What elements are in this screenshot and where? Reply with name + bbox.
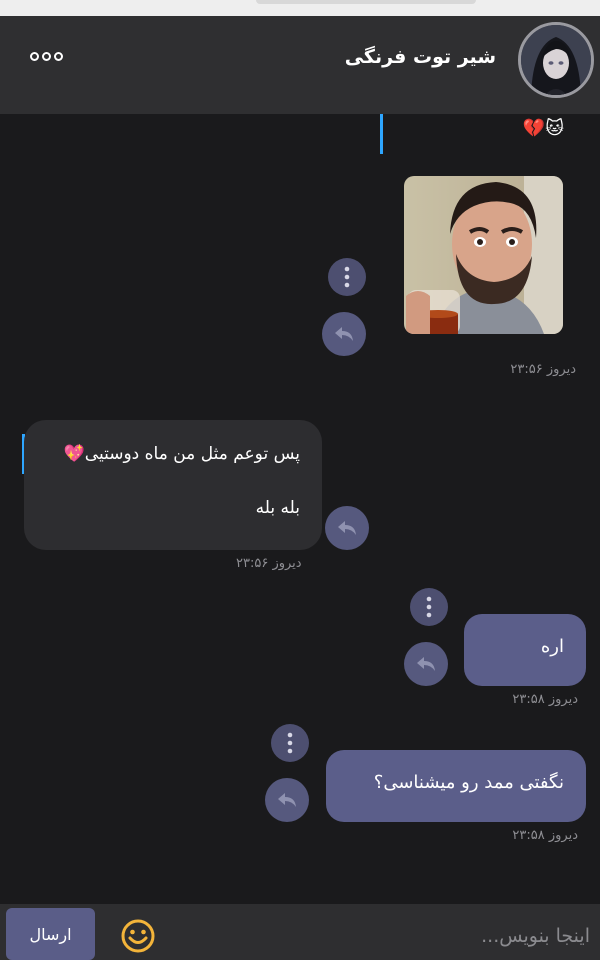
outgoing-message-bubble[interactable]: نگفتی ممد رو میشناسی؟ [326, 750, 586, 822]
contact-name[interactable]: شیر توت فرنگی [345, 46, 496, 68]
message-options-button[interactable] [271, 724, 309, 762]
avatar[interactable] [518, 22, 594, 98]
send-button[interactable]: ارسال [6, 908, 95, 960]
message-timestamp: دیروز ۲۳:۵۸ [512, 828, 578, 843]
message-options-button[interactable] [410, 588, 448, 626]
avatar-image [521, 25, 591, 95]
emoji-message: 💔🐱 [522, 118, 564, 139]
more-vertical-icon [287, 732, 293, 754]
message-text: نگفتی ممد رو میشناسی؟ [373, 772, 564, 793]
message-text: بله بله [255, 498, 300, 518]
message-input[interactable] [170, 916, 590, 956]
more-vertical-icon [426, 596, 432, 618]
message-text: اره [540, 636, 564, 657]
more-vertical-icon [344, 266, 350, 288]
photo-image [404, 176, 563, 334]
more-horizontal-icon [30, 52, 39, 61]
reply-button[interactable] [322, 312, 366, 356]
reply-indicator [380, 114, 383, 154]
reply-button[interactable] [265, 778, 309, 822]
message-timestamp: دیروز ۲۳:۵۶ [510, 362, 576, 377]
message-list[interactable]: 💔🐱 دیروز ۲۳:۵۶ پس توعم مثل من ماه دوستیی… [0, 114, 600, 904]
message-timestamp: دیروز ۲۳:۵۶ [236, 556, 302, 571]
more-options-button[interactable] [30, 52, 63, 61]
message-timestamp: دیروز ۲۳:۵۸ [512, 692, 578, 707]
chat-header: شیر توت فرنگی [0, 16, 600, 114]
reply-icon [417, 657, 435, 671]
message-options-button[interactable] [328, 258, 366, 296]
status-strip [0, 0, 600, 16]
smiley-icon [121, 919, 155, 953]
message-text: پس توعم مثل من ماه دوستیی💖 [63, 444, 300, 464]
reply-icon [338, 521, 356, 535]
emoji-button[interactable] [120, 918, 156, 958]
reply-icon [335, 327, 353, 341]
reply-button[interactable] [325, 506, 369, 550]
reply-button[interactable] [404, 642, 448, 686]
photo-message[interactable] [404, 176, 563, 334]
reply-icon [278, 793, 296, 807]
outgoing-message-bubble[interactable]: اره [464, 614, 586, 686]
message-composer: ارسال [0, 904, 600, 960]
incoming-message-bubble[interactable]: پس توعم مثل من ماه دوستیی💖 بله بله [24, 420, 322, 550]
